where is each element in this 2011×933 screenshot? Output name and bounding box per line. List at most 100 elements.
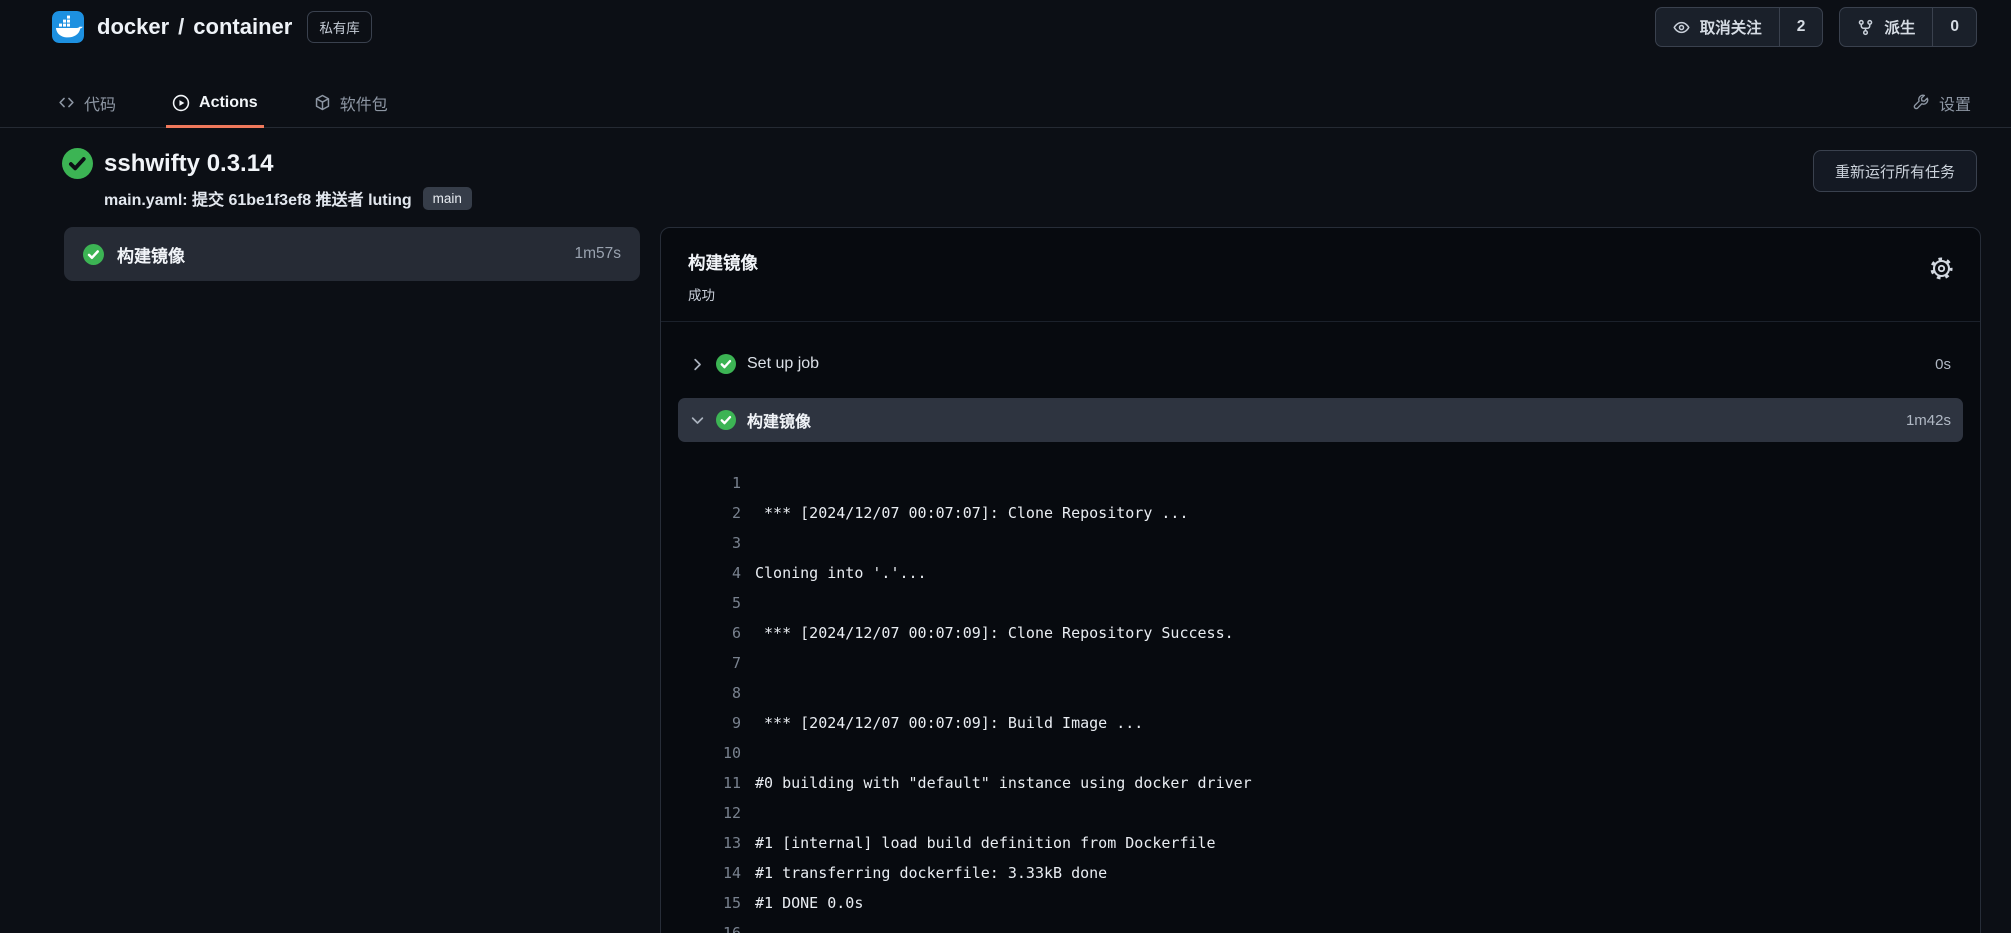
log-line: 4 Cloning into '.'... — [693, 558, 1963, 588]
log-line: 9 *** [2024/12/07 00:07:09]: Build Image… — [693, 708, 1963, 738]
unwatch-button[interactable]: 取消关注 2 — [1655, 7, 1824, 47]
log-line-number[interactable]: 10 — [693, 738, 741, 768]
job-duration: 1m57s — [574, 245, 621, 263]
step-duration: 1m42s — [1906, 412, 1951, 429]
log-line-number[interactable]: 14 — [693, 858, 741, 888]
log-line-number[interactable]: 12 — [693, 798, 741, 828]
log-settings-button[interactable] — [1929, 256, 1954, 281]
repo-header: docker / container 私有库 取消关注 2 派生 — [0, 0, 2011, 54]
wrench-icon — [1913, 94, 1930, 111]
step-row-setup-job[interactable]: Set up job 0s — [678, 342, 1963, 386]
play-circle-icon — [172, 94, 190, 112]
run-success-icon — [62, 148, 93, 179]
job-list-item-build-image[interactable]: 构建镜像 1m57s — [64, 227, 640, 281]
tab-packages-label: 软件包 — [340, 91, 388, 115]
step-success-icon — [716, 410, 736, 430]
unwatch-label: 取消关注 — [1700, 16, 1762, 38]
step-success-icon — [716, 354, 736, 374]
step-name: Set up job — [747, 355, 819, 373]
job-list: 构建镜像 1m57s — [64, 227, 640, 281]
fork-count[interactable]: 0 — [1932, 8, 1976, 46]
log-line-number[interactable]: 2 — [693, 498, 741, 528]
repo-title: docker / container — [97, 14, 292, 40]
repo-action-buttons: 取消关注 2 派生 0 — [1655, 7, 1977, 47]
log-line-number[interactable]: 16 — [693, 918, 741, 933]
log-line: 11 #0 building with "default" instance u… — [693, 768, 1963, 798]
run-commit-meta: main.yaml: 提交 61be1f3ef8 推送者 luting — [104, 186, 412, 210]
log-line: 15 #1 DONE 0.0s — [693, 888, 1963, 918]
log-panel-header: 构建镜像 成功 — [661, 228, 1980, 322]
log-line-text: #1 transferring dockerfile: 3.33kB done — [755, 858, 1107, 888]
tab-actions-label: Actions — [199, 94, 258, 112]
docker-repo-avatar-icon[interactable] — [52, 11, 84, 43]
log-line: 7 — [693, 648, 1963, 678]
run-title: sshwifty 0.3.14 — [104, 150, 273, 178]
log-panel-title: 构建镜像 — [688, 250, 758, 275]
log-line: 12 — [693, 798, 1963, 828]
log-line-number[interactable]: 3 — [693, 528, 741, 558]
log-line-number[interactable]: 4 — [693, 558, 741, 588]
log-line-text: *** [2024/12/07 00:07:07]: Clone Reposit… — [755, 498, 1188, 528]
tab-settings[interactable]: 设置 — [1907, 80, 1977, 128]
workflow-run-header: sshwifty 0.3.14 main.yaml: 提交 61be1f3ef8… — [0, 128, 2011, 210]
log-line: 13 #1 [internal] load build definition f… — [693, 828, 1963, 858]
fork-label: 派生 — [1884, 16, 1915, 38]
tab-code[interactable]: 代码 — [52, 80, 122, 128]
step-row-build-image[interactable]: 构建镜像 1m42s — [678, 398, 1963, 442]
repo-owner-link[interactable]: docker — [97, 14, 169, 40]
log-line-text: #1 [internal] load build definition from… — [755, 828, 1216, 858]
step-list: Set up job 0s 构建镜像 1m42s 1 — [661, 322, 1980, 933]
package-icon — [314, 94, 331, 111]
step-duration: 0s — [1935, 356, 1951, 373]
tab-packages[interactable]: 软件包 — [308, 80, 394, 128]
log-line: 10 — [693, 738, 1963, 768]
log-line: 1 — [693, 468, 1963, 498]
watch-count[interactable]: 2 — [1779, 8, 1823, 46]
log-line: 2 *** [2024/12/07 00:07:07]: Clone Repos… — [693, 498, 1963, 528]
gear-icon — [1929, 256, 1954, 281]
private-repo-badge: 私有库 — [307, 11, 372, 43]
log-line: 8 — [693, 678, 1963, 708]
log-line-text: #0 building with "default" instance usin… — [755, 768, 1252, 798]
log-line: 6 *** [2024/12/07 00:07:09]: Clone Repos… — [693, 618, 1963, 648]
eye-icon — [1673, 19, 1690, 36]
fork-icon — [1857, 19, 1874, 36]
repo-name-link[interactable]: container — [193, 14, 292, 40]
log-line: 3 — [693, 528, 1963, 558]
tab-settings-label: 设置 — [1939, 91, 1971, 115]
log-line-number[interactable]: 8 — [693, 678, 741, 708]
job-success-icon — [83, 244, 104, 265]
step-name: 构建镜像 — [747, 408, 811, 432]
log-line-number[interactable]: 7 — [693, 648, 741, 678]
log-line: 14 #1 transferring dockerfile: 3.33kB do… — [693, 858, 1963, 888]
log-line-number[interactable]: 9 — [693, 708, 741, 738]
log-line: 16 — [693, 918, 1963, 933]
log-line-text: *** [2024/12/07 00:07:09]: Build Image .… — [755, 708, 1143, 738]
rerun-all-jobs-button[interactable]: 重新运行所有任务 — [1813, 150, 1977, 192]
log-line-number[interactable]: 1 — [693, 468, 741, 498]
tab-code-label: 代码 — [84, 91, 116, 115]
job-name: 构建镜像 — [117, 242, 185, 267]
repo-tab-bar: 代码 Actions 软件包 设置 — [0, 54, 2011, 128]
job-log-panel: 构建镜像 成功 Set up job — [660, 227, 1981, 933]
chevron-down-icon — [690, 413, 705, 428]
repo-separator: / — [178, 14, 184, 40]
branch-badge[interactable]: main — [423, 187, 472, 210]
run-content: 构建镜像 1m57s 构建镜像 成功 — [0, 210, 2011, 933]
chevron-right-icon — [690, 357, 705, 372]
tab-actions[interactable]: Actions — [166, 80, 264, 128]
log-panel-status: 成功 — [688, 284, 758, 304]
log-line-number[interactable]: 6 — [693, 618, 741, 648]
log-line-number[interactable]: 11 — [693, 768, 741, 798]
log-line-number[interactable]: 13 — [693, 828, 741, 858]
log-line-text: Cloning into '.'... — [755, 558, 927, 588]
log-line: 5 — [693, 588, 1963, 618]
step-log-output: 1 2 *** [2024/12/07 00:07:07]: Clone Rep… — [678, 454, 1963, 933]
run-info: sshwifty 0.3.14 main.yaml: 提交 61be1f3ef8… — [62, 148, 472, 210]
fork-button[interactable]: 派生 0 — [1839, 7, 1977, 47]
log-line-text: *** [2024/12/07 00:07:09]: Clone Reposit… — [755, 618, 1234, 648]
log-line-text: #1 DONE 0.0s — [755, 888, 863, 918]
log-line-number[interactable]: 15 — [693, 888, 741, 918]
code-icon — [58, 94, 75, 111]
log-line-number[interactable]: 5 — [693, 588, 741, 618]
